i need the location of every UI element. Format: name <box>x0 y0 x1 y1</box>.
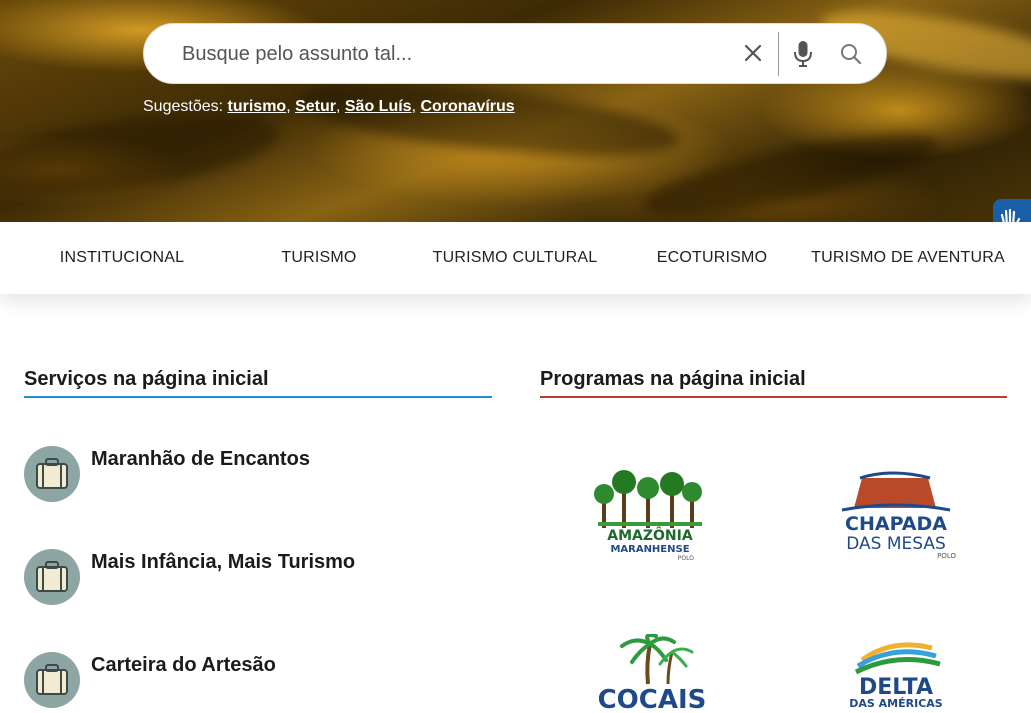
services-divider <box>24 396 492 398</box>
suitcase-icon[interactable] <box>24 549 80 605</box>
search-divider <box>778 32 779 76</box>
suggestions-label: Sugestões: <box>143 98 224 115</box>
nav-item-ecoturismo[interactable]: ECOTURISMO <box>642 222 782 294</box>
nav-item-institucional[interactable]: INSTITUCIONAL <box>42 222 202 294</box>
nav-item-turismo-de-aventura[interactable]: TURISMO DE AVENTURA <box>808 222 1008 294</box>
search-bar <box>143 23 887 85</box>
chapada-das-mesas-logo[interactable]: CHAPADA DAS MESAS POLO <box>832 470 960 562</box>
hero-banner: Sugestões: turismo, Setur, São Luís, Cor… <box>0 0 1031 222</box>
svg-text:AMAZÔNIA: AMAZÔNIA <box>607 526 693 544</box>
svg-text:DAS MESAS: DAS MESAS <box>846 534 946 554</box>
svg-text:CHAPADA: CHAPADA <box>845 513 947 535</box>
suggestion-link[interactable]: turismo <box>228 98 287 115</box>
suggestion-link[interactable]: São Luís <box>345 98 412 115</box>
amazonia-maranhense-logo[interactable]: AMAZÔNIA MARANHENSE POLO <box>594 468 706 564</box>
programs-title: Programas na página inicial <box>540 368 806 390</box>
main-navigation: INSTITUCIONAL TURISMO TURISMO CULTURAL E… <box>0 222 1031 294</box>
search-suggestions: Sugestões: turismo, Setur, São Luís, Cor… <box>143 98 515 115</box>
microphone-icon[interactable] <box>792 40 814 68</box>
cocais-logo[interactable]: COCAIS <box>596 634 708 711</box>
suitcase-icon[interactable] <box>24 652 80 708</box>
search-input[interactable] <box>180 24 724 85</box>
delta-das-americas-logo[interactable]: DELTA DAS AMÉRICAS <box>832 634 960 711</box>
close-icon[interactable] <box>741 41 765 65</box>
service-link[interactable]: Maranhão de Encantos <box>91 448 310 471</box>
svg-text:COCAIS: COCAIS <box>598 685 707 711</box>
svg-text:POLO: POLO <box>937 552 956 560</box>
nav-item-turismo-cultural[interactable]: TURISMO CULTURAL <box>420 222 610 294</box>
suitcase-icon[interactable] <box>24 446 80 502</box>
suggestion-link[interactable]: Setur <box>295 98 336 115</box>
svg-text:MARANHENSE: MARANHENSE <box>610 544 689 555</box>
programs-divider <box>540 396 1007 398</box>
nav-item-turismo[interactable]: TURISMO <box>249 222 389 294</box>
search-icon[interactable] <box>838 41 864 67</box>
svg-text:POLO: POLO <box>678 555 694 562</box>
service-link[interactable]: Carteira do Artesão <box>91 654 276 677</box>
svg-text:DAS AMÉRICAS: DAS AMÉRICAS <box>849 697 943 710</box>
suggestion-link[interactable]: Coronavírus <box>420 98 514 115</box>
service-link[interactable]: Mais Infância, Mais Turismo <box>91 551 355 574</box>
services-title: Serviços na página inicial <box>24 368 269 390</box>
